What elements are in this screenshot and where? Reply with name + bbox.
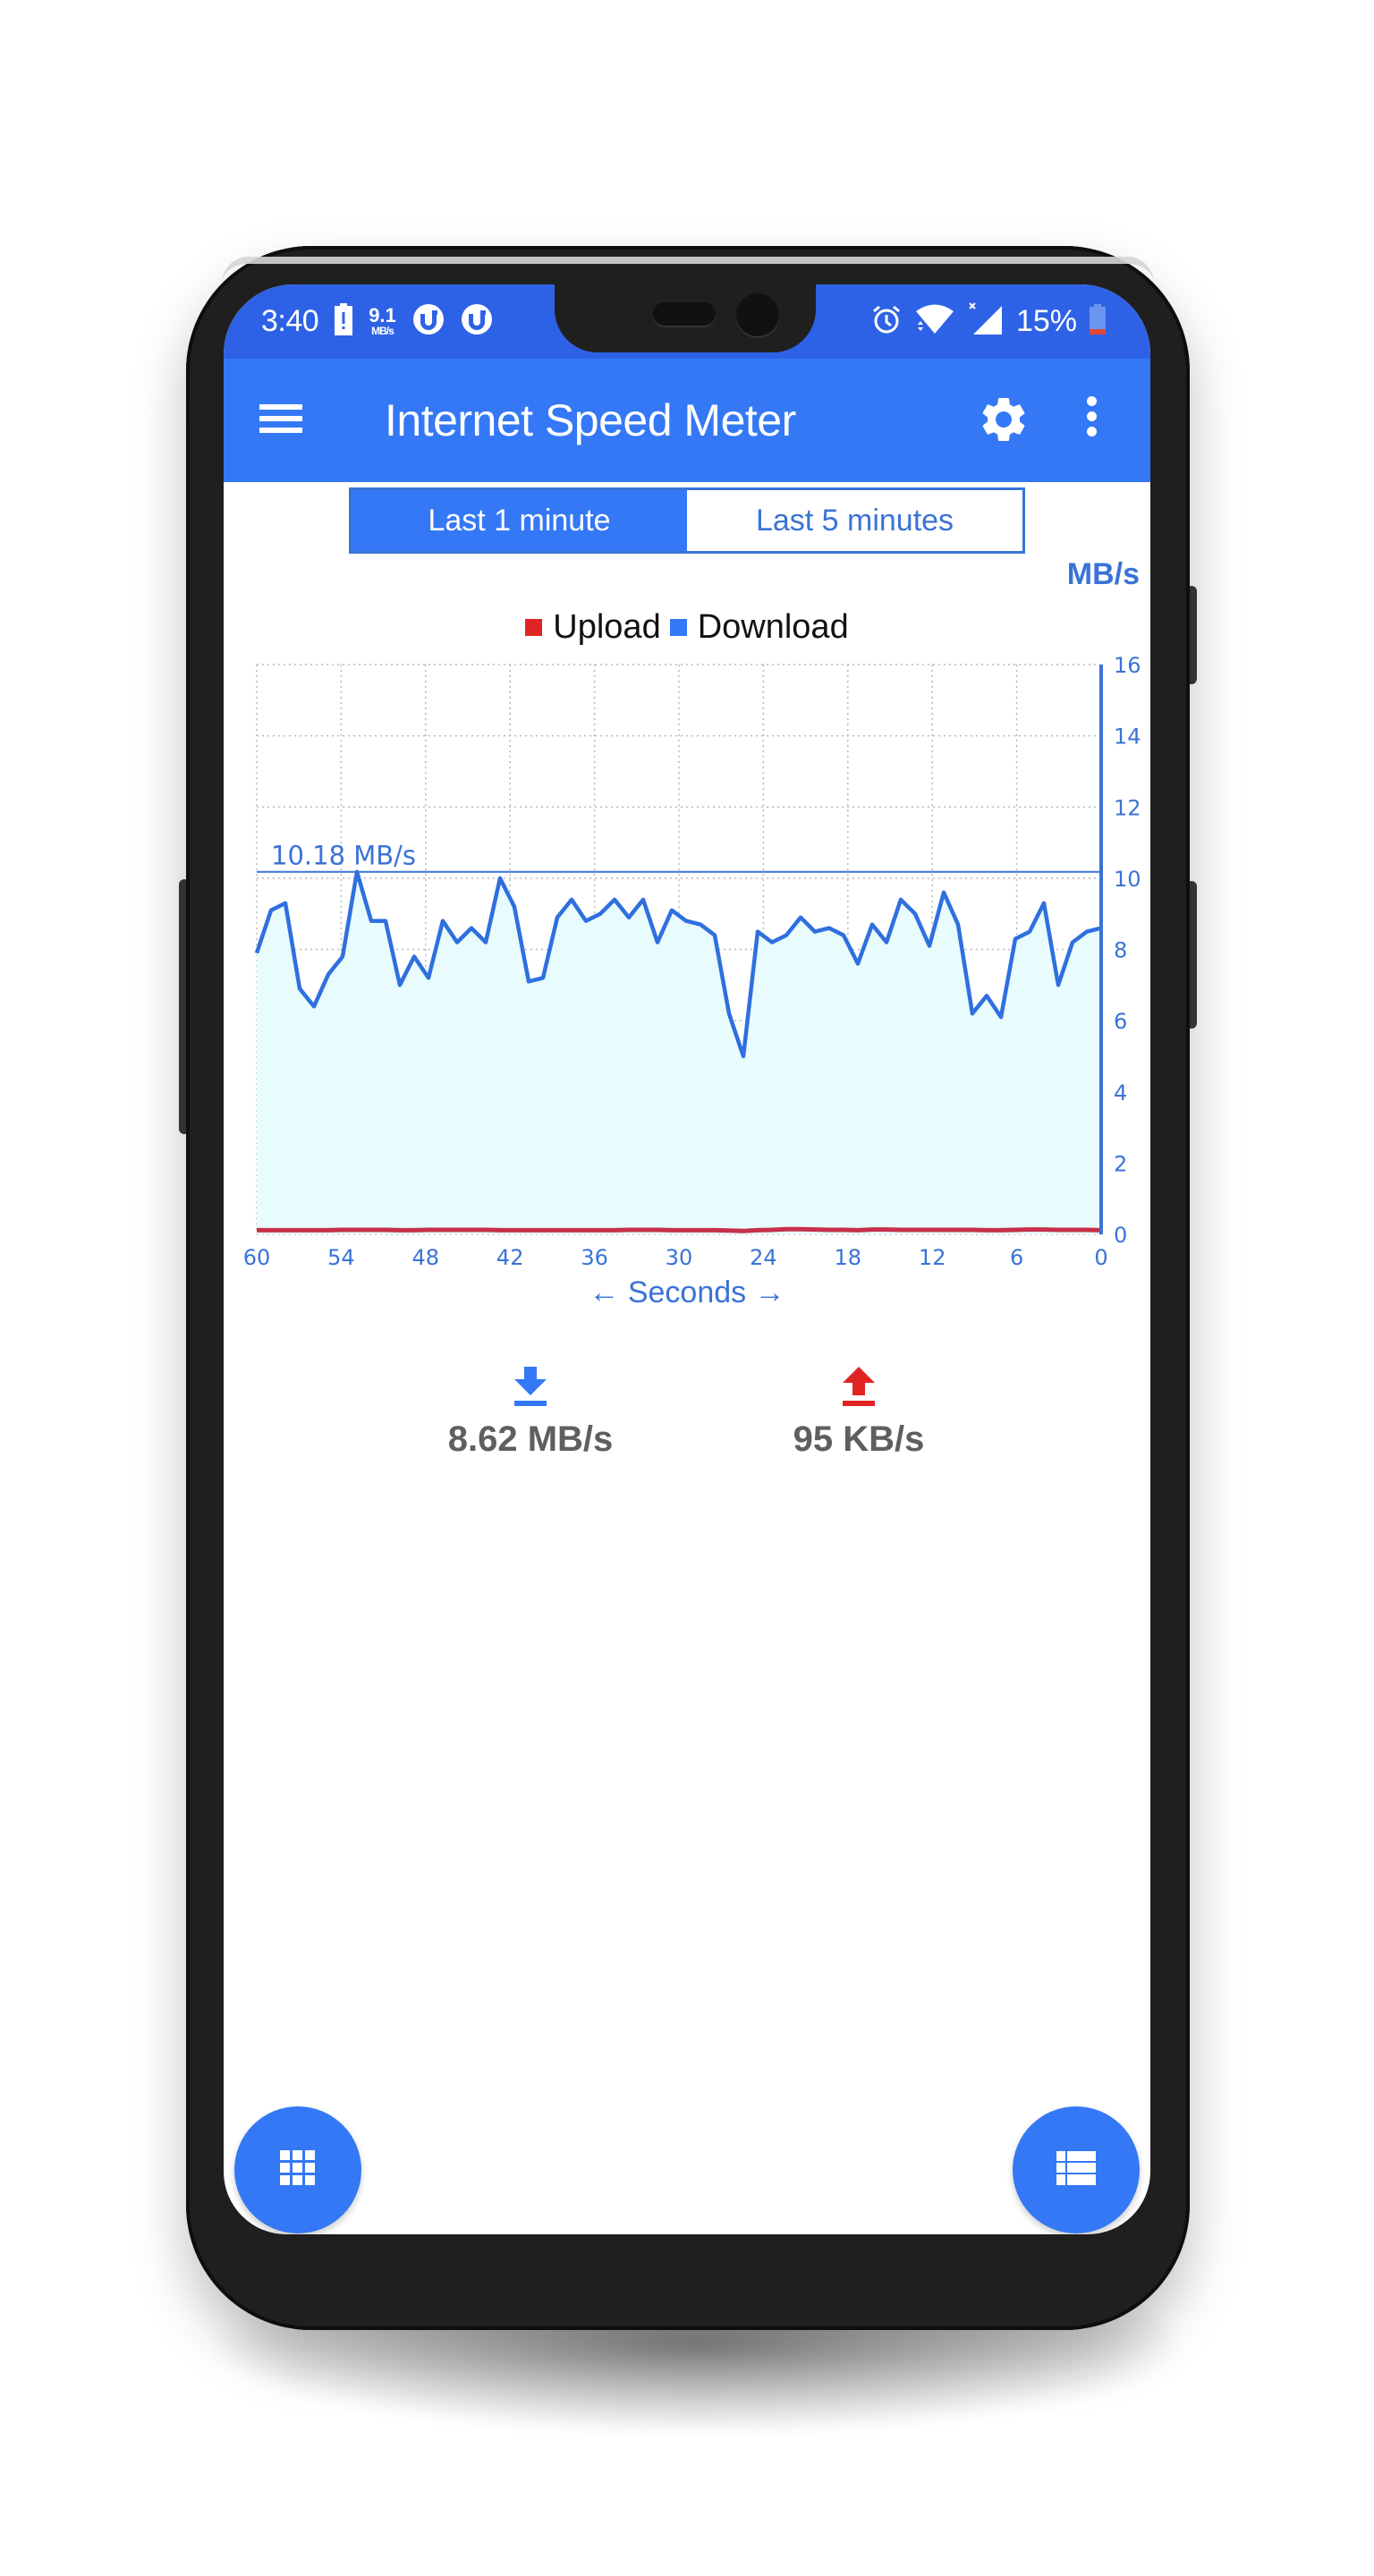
more-vert-icon[interactable]: [1073, 393, 1109, 446]
x-tick-label: 12: [919, 1245, 946, 1270]
net-speed-value: 9.1: [369, 304, 396, 326]
x-tick-label: 42: [496, 1245, 524, 1270]
time-range-toggle: Last 1 minute Last 5 minutes: [349, 487, 1025, 554]
list-view-icon: [1056, 2150, 1096, 2190]
legend-item-download: Download: [669, 608, 849, 647]
utorrent-icon: [412, 303, 445, 340]
y-tick-label: 14: [1114, 724, 1141, 750]
x-tick-label: 0: [1094, 1245, 1107, 1270]
upload-arrow-icon: [841, 1367, 877, 1411]
upload-readout: 95 KB/s: [742, 1367, 975, 1460]
upload-line: [257, 1226, 1102, 1233]
status-bar: 3:40 9.1 MB/s 15%: [224, 284, 1150, 359]
y-tick-labels: 0 2 4 6 8 10 12 14 16: [1114, 653, 1141, 1248]
legend-label-upload: Upload: [553, 608, 661, 646]
wifi-icon: [914, 303, 955, 340]
download-arrow-icon: [513, 1367, 548, 1411]
status-time: 3:40: [261, 303, 319, 338]
y-tick-label: 8: [1114, 938, 1127, 963]
battery-alert-icon: [335, 302, 353, 340]
x-tick-label: 30: [666, 1245, 693, 1270]
signal-no-data-icon: [968, 301, 1004, 341]
x-tick-label: 24: [750, 1245, 777, 1270]
front-camera: [736, 293, 779, 336]
legend-swatch-download: [669, 619, 687, 636]
y-tick-label: 16: [1114, 653, 1141, 678]
gear-icon[interactable]: [977, 393, 1030, 446]
y-tick-label: 10: [1114, 867, 1141, 892]
earpiece-speaker: [653, 302, 716, 326]
battery-percent: 15%: [1015, 303, 1077, 338]
apps-fab-button[interactable]: [234, 2106, 361, 2233]
phone-screen: 3:40 9.1 MB/s 15% Internet Speed Meter L…: [224, 284, 1150, 2234]
battery-low-icon: [1090, 303, 1106, 339]
x-tick-labels: 60 54 48 42 36 30 24 18 12 6 0: [243, 1245, 1108, 1270]
y-tick-label: 4: [1114, 1080, 1127, 1106]
x-tick-label: 60: [243, 1245, 271, 1270]
x-tick-label: 48: [412, 1245, 440, 1270]
current-speed-readouts: 8.62 MB/s 95 KB/s: [224, 1367, 1150, 1492]
app-title: Internet Speed Meter: [385, 395, 796, 445]
download-area-fill: [257, 871, 1101, 1234]
app-bar: Internet Speed Meter: [224, 359, 1150, 482]
download-speed-value: 8.62 MB/s: [447, 1419, 614, 1459]
x-tick-label: 6: [1010, 1245, 1023, 1270]
legend-label-download: Download: [697, 608, 849, 646]
net-speed-unit: MB/s: [371, 325, 394, 337]
x-tick-label: 18: [835, 1245, 862, 1270]
x-axis-title: ← Seconds →: [589, 1275, 785, 1309]
net-speed-indicator: 9.1 MB/s: [369, 304, 396, 337]
y-tick-label: 6: [1114, 1009, 1127, 1034]
peak-label: 10.18 MB/s: [271, 841, 416, 871]
y-tick-label: 2: [1114, 1151, 1127, 1176]
alarm-icon: [871, 304, 902, 339]
tab-last-5-minutes[interactable]: Last 5 minutes: [687, 490, 1022, 551]
x-tick-label: 36: [581, 1245, 608, 1270]
tab-last-1-minute[interactable]: Last 1 minute: [352, 490, 687, 551]
utorrent-icon: [461, 303, 493, 340]
legend-item-upload: Upload: [525, 608, 661, 647]
hamburger-menu-icon[interactable]: [259, 398, 310, 443]
chart-unit-label: MB/s: [1066, 557, 1140, 591]
x-tick-label: 54: [327, 1245, 355, 1270]
y-tick-label: 12: [1114, 795, 1141, 820]
grid-apps-icon: [280, 2149, 316, 2190]
list-fab-button[interactable]: [1013, 2106, 1140, 2233]
y-tick-label: 0: [1114, 1223, 1127, 1248]
download-readout: 8.62 MB/s: [414, 1367, 647, 1460]
status-bar-right: 15%: [871, 301, 1106, 342]
legend-swatch-upload: [525, 619, 543, 636]
upload-speed-value: 95 KB/s: [793, 1419, 925, 1459]
phone-frame-highlight: [222, 257, 1154, 284]
chart-legend: Upload Download: [224, 608, 1150, 647]
status-bar-left: 3:40 9.1 MB/s: [261, 301, 493, 342]
